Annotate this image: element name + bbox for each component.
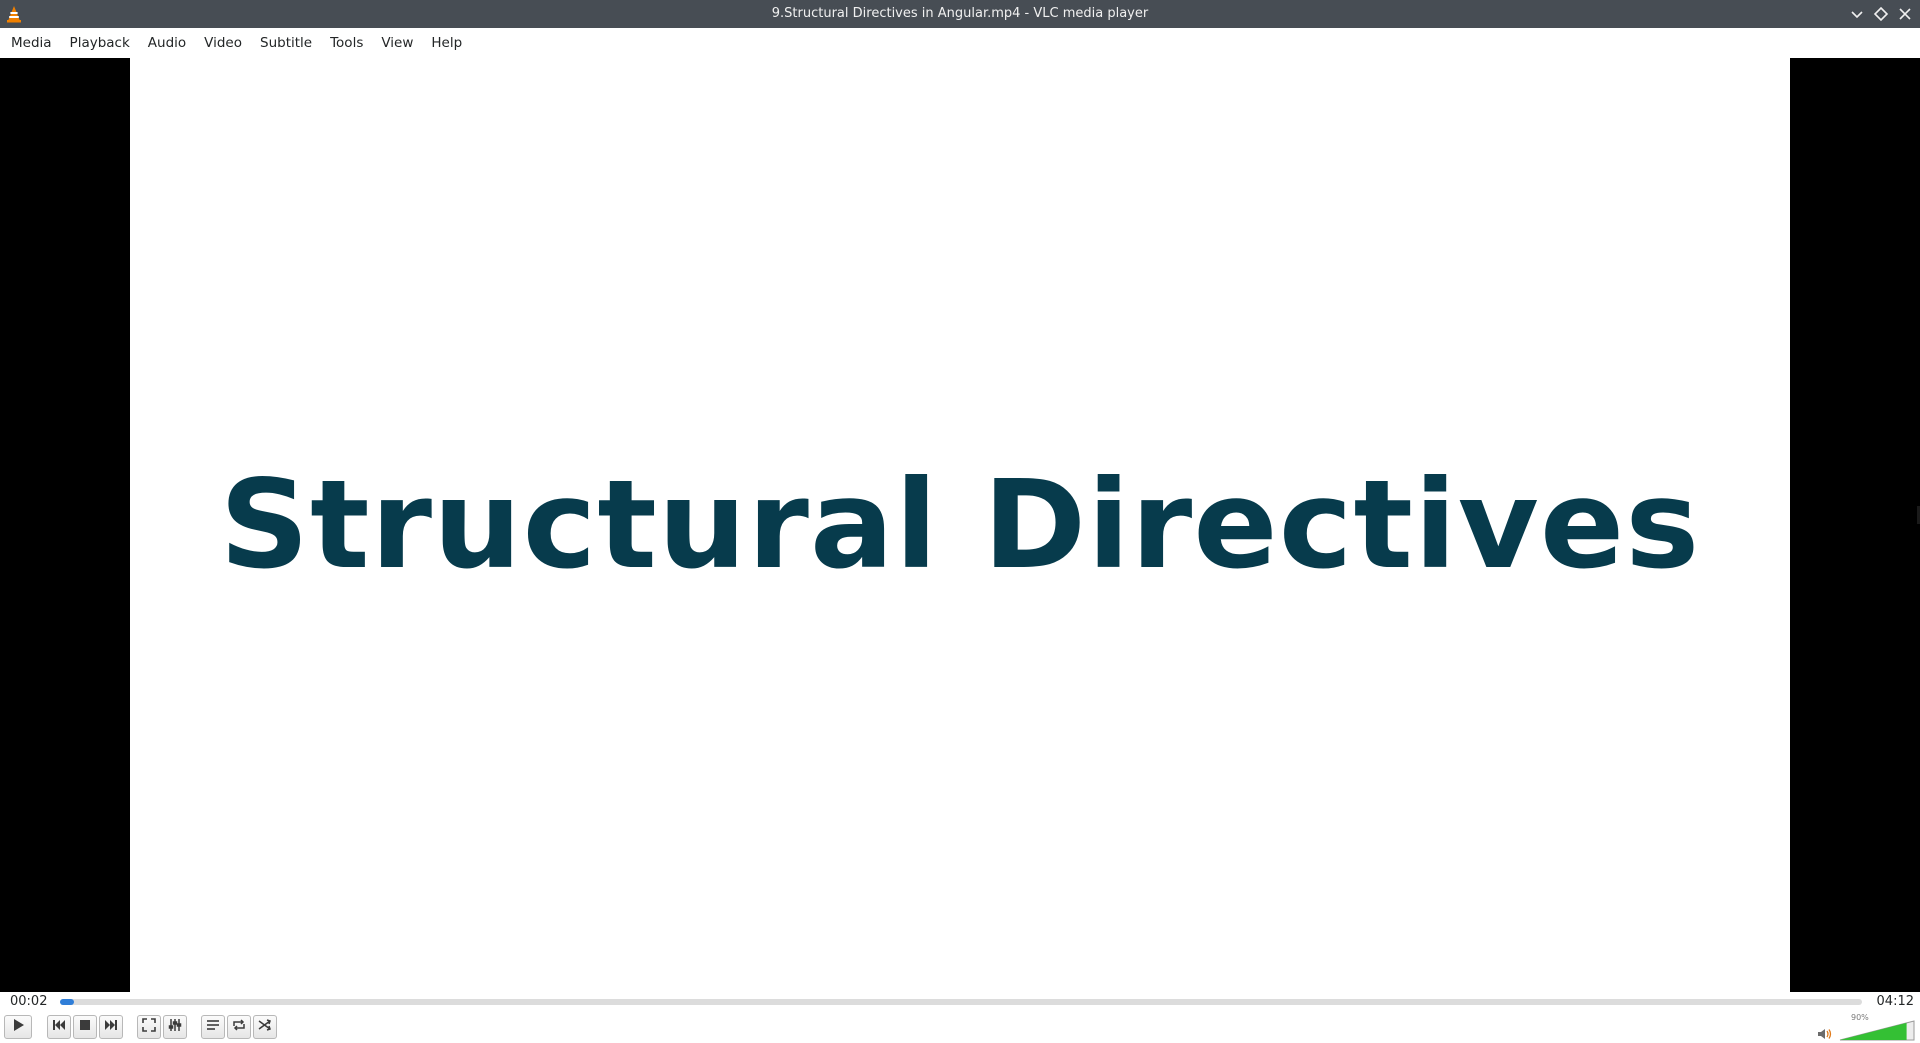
video-frame-text: Structural Directives <box>219 454 1701 596</box>
menu-video[interactable]: Video <box>195 28 251 58</box>
extended-settings-button[interactable] <box>163 1015 187 1039</box>
menu-subtitle[interactable]: Subtitle <box>251 28 321 58</box>
stop-button[interactable] <box>73 1015 97 1039</box>
menu-playback[interactable]: Playback <box>61 28 139 58</box>
total-time[interactable]: 04:12 <box>1877 994 1914 1009</box>
equalizer-icon <box>167 1017 183 1037</box>
menu-view[interactable]: View <box>372 28 422 58</box>
speaker-icon[interactable] <box>1817 1026 1833 1040</box>
volume-slider[interactable] <box>1838 1019 1916 1041</box>
loop-icon <box>231 1017 247 1037</box>
title-bar: 9.Structural Directives in Angular.mp4 -… <box>0 0 1920 28</box>
skip-forward-icon <box>103 1017 119 1037</box>
minimize-icon[interactable] <box>1847 4 1867 24</box>
seek-row: 00:02 04:12 <box>0 992 1920 1012</box>
stop-icon <box>77 1017 93 1037</box>
previous-button[interactable] <box>47 1015 71 1039</box>
menu-bar: Media Playback Audio Video Subtitle Tool… <box>0 28 1920 58</box>
shuffle-icon <box>257 1017 273 1037</box>
window-title: 9.Structural Directives in Angular.mp4 -… <box>771 6 1149 21</box>
menu-tools[interactable]: Tools <box>321 28 372 58</box>
seek-progress-fill <box>60 999 75 1005</box>
close-icon[interactable] <box>1895 4 1915 24</box>
menu-help[interactable]: Help <box>422 28 471 58</box>
playlist-button[interactable] <box>201 1015 225 1039</box>
playlist-icon <box>205 1017 221 1037</box>
play-button[interactable] <box>4 1015 32 1039</box>
seek-slider[interactable] <box>60 999 1862 1005</box>
loop-button[interactable] <box>227 1015 251 1039</box>
fullscreen-button[interactable] <box>137 1015 161 1039</box>
video-area[interactable]: Structural Directives <box>0 58 1920 992</box>
video-frame: Structural Directives <box>130 58 1790 992</box>
play-icon <box>10 1017 26 1037</box>
maximize-icon[interactable] <box>1871 4 1891 24</box>
shuffle-button[interactable] <box>253 1015 277 1039</box>
next-button[interactable] <box>99 1015 123 1039</box>
control-bar: 90% <box>0 1012 1920 1043</box>
skip-back-icon <box>51 1017 67 1037</box>
menu-audio[interactable]: Audio <box>139 28 195 58</box>
menu-media[interactable]: Media <box>2 28 61 58</box>
elapsed-time[interactable]: 00:02 <box>10 994 47 1009</box>
fullscreen-icon <box>141 1017 157 1037</box>
